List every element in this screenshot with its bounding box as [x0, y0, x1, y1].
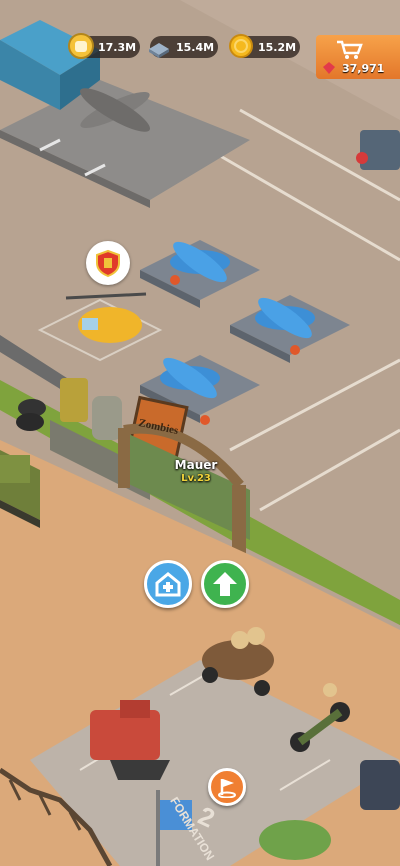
- gold-value: 15.2M: [258, 40, 297, 54]
- steel-ingot-icon: [149, 43, 169, 58]
- gate-level: Lv.23: [181, 473, 211, 484]
- build-bubble[interactable]: [86, 241, 130, 285]
- power-counter[interactable]: 17.3M: [68, 33, 140, 59]
- arrow-up-icon: [213, 572, 237, 596]
- shield-badge-icon: [96, 249, 120, 278]
- power-value: 17.3M: [98, 40, 137, 54]
- gate-name: Mauer: [174, 458, 218, 472]
- green-vehicle-bottom[interactable]: [259, 820, 331, 860]
- right-edge-vehicle[interactable]: [356, 130, 400, 170]
- home-info-button[interactable]: [144, 560, 192, 608]
- flag-icon: [218, 779, 236, 798]
- game-scene[interactable]: 2 FORMATION Zombies: [0, 0, 400, 866]
- gem-count: 37,971: [342, 62, 385, 75]
- dark-truck[interactable]: [360, 760, 400, 810]
- gem-icon: [323, 62, 335, 74]
- gold-counter[interactable]: 15.2M: [229, 34, 300, 58]
- fist-icon: [68, 33, 94, 59]
- shop-cart-icon: [337, 40, 363, 59]
- gate-name-label: Mauer Lv.23: [160, 458, 232, 486]
- upgrade-button[interactable]: [201, 560, 249, 608]
- formation-flag-button[interactable]: [208, 768, 246, 806]
- steel-counter[interactable]: 15.4M: [149, 36, 218, 58]
- home-plus-icon: [155, 572, 181, 597]
- gold-coin-icon: [229, 34, 253, 58]
- steel-value: 15.4M: [176, 40, 215, 54]
